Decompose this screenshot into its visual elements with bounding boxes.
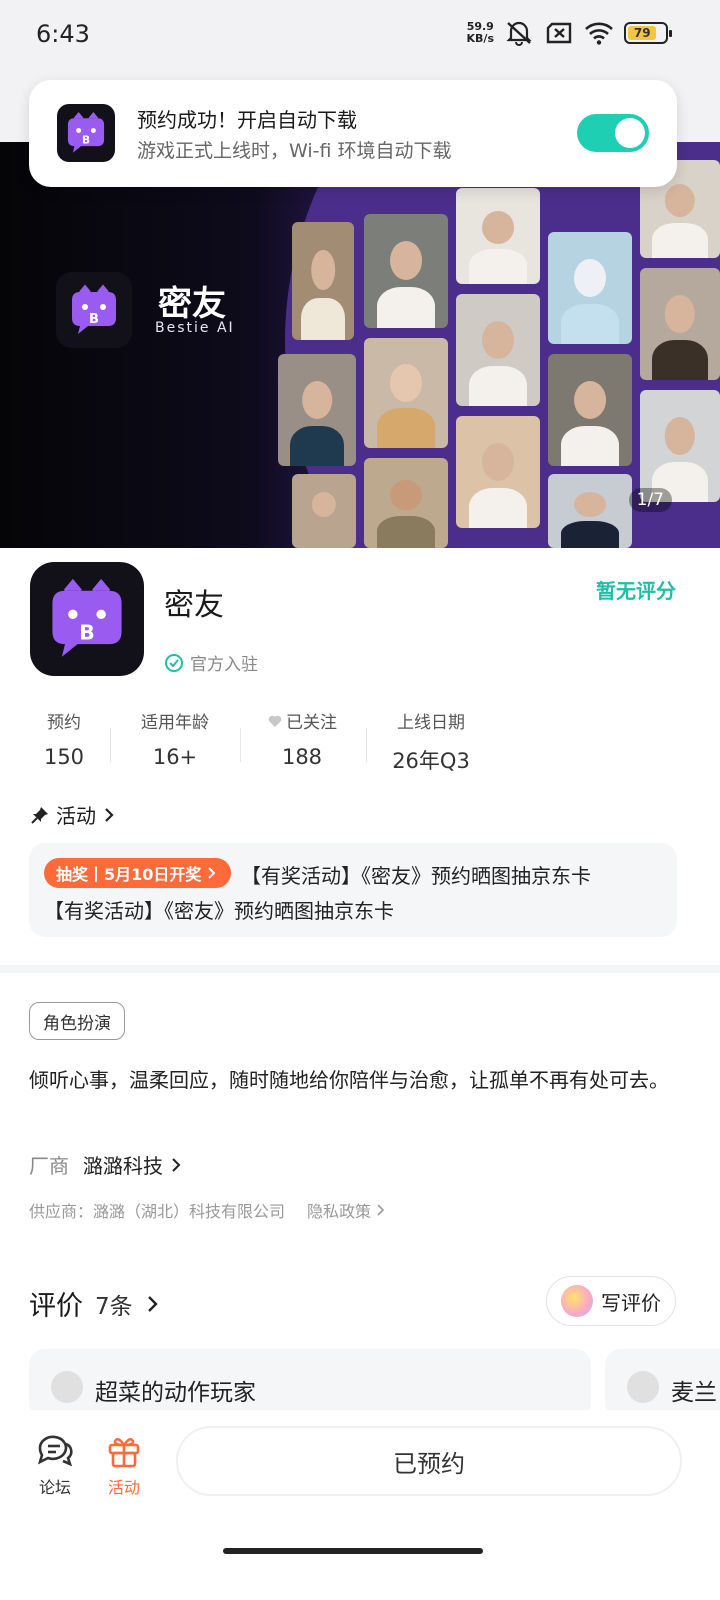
divider <box>110 728 111 762</box>
vendor-label: 厂商 <box>29 1154 69 1178</box>
reservation-toast: B 预约成功！开启自动下载 游戏正式上线时，Wi-fi 环境自动下载 <box>29 80 677 187</box>
reviewer-name: 超菜的动作玩家 <box>95 1380 256 1406</box>
chevron-right-icon <box>147 1295 158 1312</box>
user-avatar <box>561 1285 593 1317</box>
chevron-right-icon <box>208 867 216 879</box>
gift-icon <box>94 1432 154 1470</box>
status-time: 6:43 <box>36 20 90 48</box>
reviews-header[interactable]: 评价 7条 <box>29 1284 161 1323</box>
home-indicator[interactable] <box>223 1548 483 1554</box>
toast-title: 预约成功！开启自动下载 <box>137 108 357 132</box>
official-label: 官方入驻 <box>190 655 258 675</box>
reviews-title: 评价 <box>29 1291 83 1322</box>
banner-photo <box>456 416 540 528</box>
rating-text: 暂无评分 <box>596 579 676 603</box>
banner-photo <box>548 232 632 344</box>
reviewer-avatar <box>51 1371 83 1403</box>
pin-icon <box>31 806 48 824</box>
bestie-logo-icon: B <box>67 112 105 153</box>
bestie-logo-icon: B <box>52 578 122 657</box>
banner-photo <box>548 474 632 548</box>
hero-banner[interactable]: B 密友 Bestie AI 1/7 <box>0 142 720 548</box>
section-divider <box>0 965 720 973</box>
svg-text:B: B <box>79 620 95 644</box>
bestie-logo-icon: B <box>72 284 116 334</box>
reviewer-avatar <box>627 1371 659 1403</box>
lottery-badge[interactable]: 抽奖丨5月10日开奖 <box>44 858 232 888</box>
verified-check-icon <box>165 653 183 672</box>
privacy-link[interactable]: 隐私政策 <box>307 1198 385 1222</box>
banner-photo <box>456 188 540 284</box>
app-icon: B <box>30 562 144 676</box>
app-description: 倾听心事，温柔回应，随时随地给你陪伴与治愈，让孤单不再有处可去。 <box>29 1068 669 1092</box>
divider <box>366 728 367 762</box>
banner-photo <box>292 474 356 548</box>
reviewer-name: 麦兰 <box>671 1380 717 1406</box>
chevron-right-icon <box>172 1157 181 1172</box>
banner-title: 密友 <box>158 284 226 324</box>
heart-icon <box>268 715 282 727</box>
activity-title: 【有奖活动】《密友》预约晒图抽京东卡 <box>241 864 591 888</box>
vendor-row[interactable]: 厂商 潞潞科技 <box>29 1150 183 1179</box>
banner-photo <box>364 458 448 548</box>
banner-photo <box>292 222 354 340</box>
stat-launch-date: 上线日期 26年Q3 <box>392 713 470 773</box>
stat-age-rating: 适用年龄 16+ <box>141 713 209 769</box>
banner-photo <box>456 294 540 406</box>
activity-card[interactable]: 抽奖丨5月10日开奖 【有奖活动】《密友》预约晒图抽京东卡 【有奖活动】《密友》… <box>29 843 677 937</box>
activity-header[interactable]: 活动 <box>30 800 116 829</box>
review-card[interactable]: 超菜的动作玩家 <box>29 1349 591 1419</box>
stat-followers[interactable]: 已关注 188 <box>260 708 344 769</box>
supplier-row: 供应商：潞潞（湖北）科技有限公司 隐私政策 <box>29 1198 385 1222</box>
official-badge: 官方入驻 <box>164 650 258 675</box>
sim-off-icon <box>544 20 574 46</box>
vendor-name: 潞潞科技 <box>83 1154 163 1178</box>
banner-photo <box>364 338 448 448</box>
chevron-right-icon <box>377 1204 385 1216</box>
write-review-button[interactable]: 写评价 <box>546 1276 676 1326</box>
banner-photo <box>278 354 356 466</box>
chevron-right-icon <box>105 807 114 822</box>
toast-subtitle: 游戏正式上线时，Wi-fi 环境自动下载 <box>137 140 452 162</box>
toggle-knob <box>615 118 645 148</box>
nav-forum[interactable]: 论坛 <box>25 1432 85 1498</box>
banner-photo <box>640 390 720 502</box>
banner-app-logo: B <box>56 272 132 348</box>
reserved-button[interactable]: 已预约 <box>176 1426 682 1496</box>
auto-download-toggle[interactable] <box>577 114 649 152</box>
banner-photo <box>640 268 720 380</box>
banner-photo <box>364 214 448 328</box>
battery-icon: 79 <box>624 22 672 44</box>
divider <box>240 728 241 762</box>
review-card[interactable]: 麦兰 <box>605 1349 720 1419</box>
status-icons: 59.9 KB/s 79 <box>466 20 672 46</box>
activity-header-label: 活动 <box>56 804 96 828</box>
banner-subtitle: Bestie AI <box>155 320 235 336</box>
supplier-text: 供应商：潞潞（湖北）科技有限公司 <box>29 1202 286 1221</box>
reviews-count: 7条 <box>95 1293 133 1320</box>
svg-text:B: B <box>82 134 90 147</box>
stat-reservations: 预约 150 <box>43 713 85 769</box>
stats-row: 预约 150 适用年龄 16+ 已关注 188 上线日期 26年Q3 <box>30 708 650 778</box>
net-speed: 59.9 KB/s <box>466 20 494 45</box>
genre-tag[interactable]: 角色扮演 <box>29 1002 125 1040</box>
app-name: 密友 <box>164 588 224 623</box>
banner-photo <box>548 354 632 466</box>
wifi-icon <box>584 20 614 46</box>
forum-icon <box>25 1432 85 1470</box>
activity-title: 【有奖活动】《密友》预约晒图抽京东卡 <box>44 899 394 923</box>
status-bar: 6:43 59.9 KB/s 79 <box>0 0 720 70</box>
svg-text:B: B <box>89 312 99 327</box>
nav-activity[interactable]: 活动 <box>94 1432 154 1498</box>
banner-page-counter: 1/7 <box>628 488 672 512</box>
mute-icon <box>504 20 534 46</box>
toast-app-icon: B <box>57 104 115 162</box>
